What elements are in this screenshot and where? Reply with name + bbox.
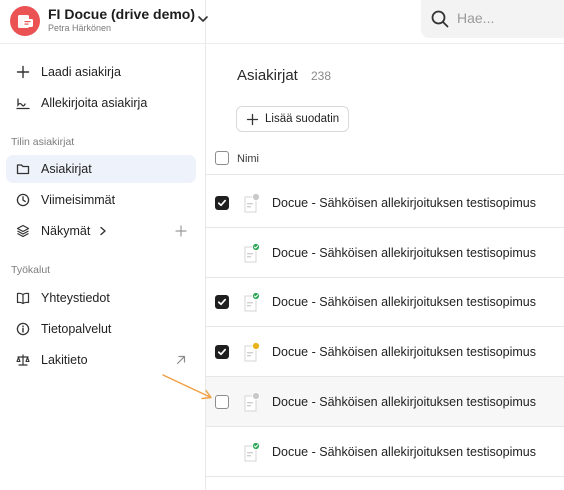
checkmark-icon bbox=[217, 298, 227, 306]
document-status-icon bbox=[244, 442, 261, 462]
table-row[interactable]: Docue - Sähköisen allekirjoituksen testi… bbox=[206, 277, 564, 327]
document-status-icon bbox=[244, 243, 261, 263]
info-icon bbox=[16, 322, 30, 336]
sidebar-item-label: Yhteystiedot bbox=[41, 291, 110, 305]
sign-document-button[interactable]: Allekirjoita asiakirja bbox=[6, 89, 196, 117]
sidebar-item-label: Näkymät bbox=[41, 224, 91, 238]
add-filter-button[interactable]: Lisää suodatin bbox=[236, 106, 349, 132]
status-dot bbox=[251, 342, 261, 351]
status-dot bbox=[251, 193, 261, 202]
document-status-icon bbox=[244, 193, 261, 213]
organization-switcher[interactable]: FI Docue (drive demo) Petra Härkönen bbox=[0, 0, 208, 44]
sidebar-item-contacts[interactable]: Yhteystiedot bbox=[6, 284, 196, 312]
plus-icon bbox=[246, 113, 259, 126]
user-name: Petra Härkönen bbox=[48, 23, 112, 33]
document-title[interactable]: Docue - Sähköisen allekirjoituksen testi… bbox=[272, 196, 536, 210]
checkmark-icon bbox=[217, 348, 227, 356]
table-header: Nimi bbox=[206, 145, 564, 175]
table-row[interactable]: Docue - Sähköisen allekirjoituksen testi… bbox=[206, 228, 564, 278]
table-row[interactable]: Docue - Sähköisen allekirjoituksen testi… bbox=[206, 377, 564, 427]
row-checkbox[interactable] bbox=[215, 196, 229, 210]
header-divider bbox=[206, 43, 564, 44]
document-count: 238 bbox=[311, 69, 332, 83]
add-view-plus-icon[interactable] bbox=[174, 224, 188, 238]
external-link-icon bbox=[176, 355, 186, 365]
row-checkbox[interactable] bbox=[215, 345, 229, 359]
document-title[interactable]: Docue - Sähköisen allekirjoituksen testi… bbox=[272, 345, 536, 359]
sidebar-item-label: Asiakirjat bbox=[41, 162, 92, 176]
sidebar-item-views[interactable]: Näkymät bbox=[6, 217, 196, 245]
folder-icon bbox=[16, 164, 30, 175]
signature-icon bbox=[16, 98, 30, 110]
plus-icon bbox=[16, 65, 30, 79]
chevron-down-icon[interactable] bbox=[196, 12, 210, 26]
sidebar-item-legal-info[interactable]: Lakitieto bbox=[6, 346, 196, 374]
table-row[interactable]: Docue - Sähköisen allekirjoituksen testi… bbox=[206, 327, 564, 377]
document-title[interactable]: Docue - Sähköisen allekirjoituksen testi… bbox=[272, 395, 536, 409]
sign-document-label: Allekirjoita asiakirja bbox=[41, 96, 148, 110]
sidebar-item-information-services[interactable]: Tietopalvelut bbox=[6, 315, 196, 343]
clock-icon bbox=[16, 193, 30, 207]
layers-icon bbox=[16, 224, 30, 238]
document-status-icon bbox=[244, 342, 261, 362]
status-dot bbox=[251, 392, 261, 401]
select-all-checkbox[interactable] bbox=[215, 151, 229, 165]
document-title[interactable]: Docue - Sähköisen allekirjoituksen testi… bbox=[272, 445, 536, 459]
sidebar-item-documents[interactable]: Asiakirjat bbox=[6, 155, 196, 183]
page-title: Asiakirjat bbox=[237, 67, 298, 84]
search-icon bbox=[431, 10, 449, 28]
sidebar-item-label: Viimeisimmät bbox=[41, 193, 116, 207]
chevron-right-icon[interactable] bbox=[98, 225, 108, 237]
tools-heading: Työkalut bbox=[11, 264, 51, 276]
search-input[interactable]: Hae... bbox=[421, 0, 564, 38]
annotation-arrow-icon bbox=[162, 374, 212, 400]
search-placeholder: Hae... bbox=[457, 10, 495, 26]
checkmark-icon bbox=[217, 199, 227, 207]
create-document-button[interactable]: Laadi asiakirja bbox=[6, 58, 196, 86]
document-title[interactable]: Docue - Sähköisen allekirjoituksen testi… bbox=[272, 295, 536, 309]
create-document-label: Laadi asiakirja bbox=[41, 65, 121, 79]
sidebar-item-recent[interactable]: Viimeisimmät bbox=[6, 186, 196, 214]
add-filter-label: Lisää suodatin bbox=[265, 113, 340, 125]
document-title[interactable]: Docue - Sähköisen allekirjoituksen testi… bbox=[272, 246, 536, 260]
sidebar-item-label: Lakitieto bbox=[41, 353, 88, 367]
document-status-icon bbox=[244, 292, 261, 312]
table-row[interactable]: Docue - Sähköisen allekirjoituksen testi… bbox=[206, 178, 564, 228]
name-column-header[interactable]: Nimi bbox=[237, 153, 259, 165]
row-checkbox[interactable] bbox=[215, 295, 229, 309]
organization-name: FI Docue (drive demo) bbox=[48, 6, 196, 22]
document-status-icon bbox=[244, 392, 261, 412]
sidebar-item-label: Tietopalvelut bbox=[41, 322, 112, 336]
scales-icon bbox=[16, 354, 30, 366]
organization-avatar bbox=[10, 6, 40, 36]
account-documents-heading: Tilin asiakirjat bbox=[11, 136, 75, 148]
book-icon bbox=[16, 292, 30, 305]
table-row[interactable]: Docue - Sähköisen allekirjoituksen testi… bbox=[206, 427, 564, 477]
sidebar: FI Docue (drive demo) Petra Härkönen Laa… bbox=[0, 0, 208, 490]
